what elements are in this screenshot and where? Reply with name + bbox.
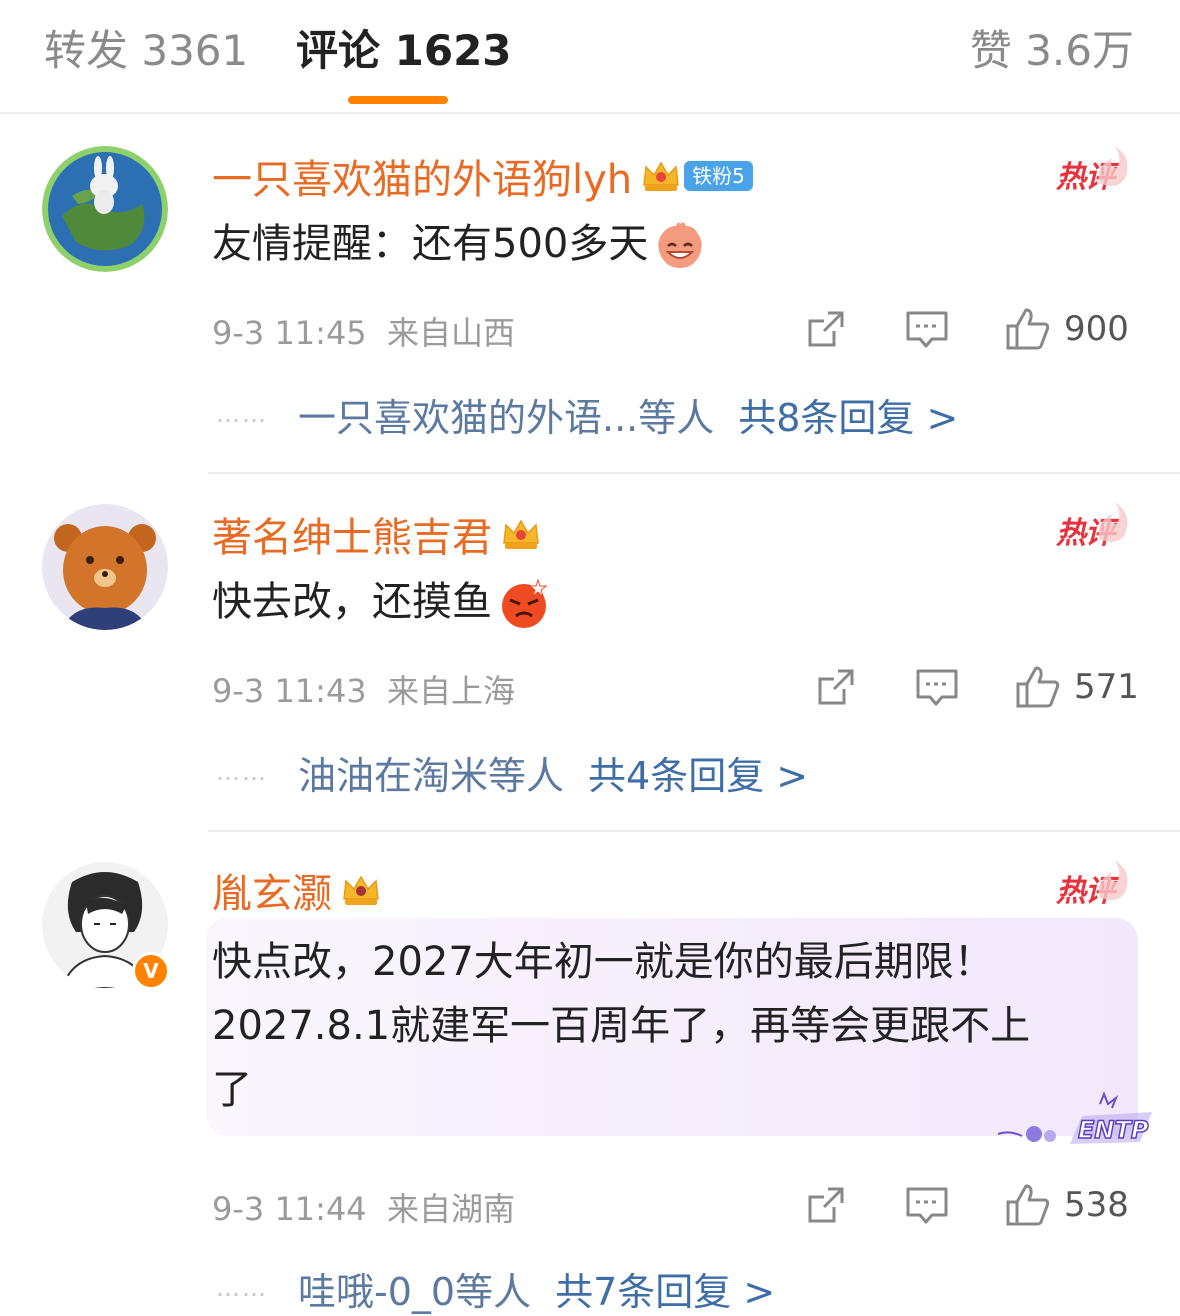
active-tab-indicator bbox=[348, 96, 448, 104]
replies-preview[interactable]: …… 一只喜欢猫的外语...等人 共8条回复 > bbox=[216, 388, 958, 440]
comment-text-line: 2027.8.1就建军一百周年了，再等会更跟不上 bbox=[212, 1003, 1031, 1049]
like-button[interactable]: 900 bbox=[1004, 304, 1129, 354]
like-count: 571 bbox=[1074, 667, 1139, 707]
comment-text-row: 友情提醒：还有500多天 bbox=[212, 212, 706, 276]
dots-indicator: …… bbox=[216, 1274, 268, 1302]
reply-button[interactable] bbox=[904, 304, 950, 354]
view-replies-link[interactable]: 共4条回复 > bbox=[588, 745, 808, 800]
comment-meta: 9-3 11:44 来自湖南 538 bbox=[212, 1180, 1136, 1230]
comment-icon bbox=[916, 669, 958, 706]
like-count: 538 bbox=[1064, 1185, 1129, 1225]
verified-badge: V bbox=[132, 952, 170, 990]
comment-meta: 9-3 11:43 来自上海 571 bbox=[212, 662, 1139, 712]
comment-timestamp: 9-3 11:45 来自山西 bbox=[212, 314, 516, 352]
flame-icon bbox=[1098, 502, 1128, 542]
angry-emoji-icon bbox=[502, 578, 548, 628]
comment-header: 著名绅士熊吉君 bbox=[212, 506, 542, 562]
replies-preview[interactable]: …… 油油在淘米等人 共4条回复 > bbox=[216, 746, 808, 798]
laughing-emoji-icon bbox=[658, 222, 702, 268]
tab-likes[interactable]: 赞 3.6万 bbox=[970, 26, 1134, 76]
share-icon bbox=[808, 1187, 844, 1223]
username[interactable]: 一只喜欢猫的外语狗lyh bbox=[212, 147, 632, 205]
view-replies-link[interactable]: 共8条回复 > bbox=[738, 387, 958, 442]
share-icon bbox=[808, 311, 844, 347]
like-count: 900 bbox=[1064, 309, 1129, 349]
comment-timestamp: 9-3 11:44 来自湖南 bbox=[212, 1190, 516, 1228]
crown-icon bbox=[503, 519, 539, 549]
crown-icon bbox=[643, 161, 679, 191]
username[interactable]: 胤玄灏 bbox=[212, 861, 332, 919]
entp-sticker-text: ENTP bbox=[1078, 1116, 1149, 1144]
repost-button[interactable] bbox=[804, 304, 848, 354]
dots-indicator: …… bbox=[216, 400, 268, 428]
comment-header: 胤玄灏 bbox=[212, 862, 382, 918]
reply-names[interactable]: 油油在淘米等人 bbox=[298, 745, 564, 800]
comment-tab-bar: 转发 3361 评论 1623 赞 3.6万 bbox=[0, 0, 1180, 114]
hot-comment-tag: 热评 bbox=[1050, 858, 1128, 910]
hot-comment-tag: 热评 bbox=[1050, 500, 1128, 552]
view-replies-link[interactable]: 共7条回复 > bbox=[555, 1261, 775, 1316]
like-button[interactable]: 571 bbox=[1014, 662, 1139, 712]
dots-indicator: …… bbox=[216, 758, 268, 786]
share-icon bbox=[818, 669, 854, 705]
comment-text: 快去改，还摸鱼 bbox=[212, 579, 492, 625]
username[interactable]: 著名绅士熊吉君 bbox=[212, 505, 492, 563]
repost-button[interactable] bbox=[804, 1180, 848, 1230]
tab-reposts[interactable]: 转发 3361 bbox=[44, 26, 248, 76]
comment-text-line: 快点改，2027大年初一就是你的最后期限！ bbox=[212, 939, 994, 985]
thumbs-up-icon bbox=[1016, 666, 1060, 708]
comment-location: 来自上海 bbox=[387, 672, 516, 710]
comment-text-line: 了 bbox=[212, 1067, 252, 1113]
tab-comments[interactable]: 评论 1623 bbox=[296, 26, 512, 76]
reply-names[interactable]: 哇哦-0_0等人 bbox=[298, 1261, 531, 1316]
hot-comment-tag: 热评 bbox=[1050, 144, 1128, 196]
reply-button[interactable] bbox=[904, 1180, 950, 1230]
comment-location: 来自山西 bbox=[387, 314, 516, 352]
thumbs-up-icon bbox=[1006, 1184, 1050, 1226]
like-button[interactable]: 538 bbox=[1004, 1180, 1129, 1230]
replies-preview[interactable]: …… 哇哦-0_0等人 共7条回复 > bbox=[216, 1262, 775, 1314]
comment-icon bbox=[906, 311, 948, 348]
flame-icon bbox=[1098, 860, 1128, 900]
comment-icon bbox=[906, 1187, 948, 1224]
comment-text-block: 快点改，2027大年初一就是你的最后期限！ 2027.8.1就建军一百周年了，再… bbox=[212, 930, 1030, 1122]
reply-names[interactable]: 一只喜欢猫的外语...等人 bbox=[298, 387, 714, 442]
reply-button[interactable] bbox=[914, 662, 960, 712]
crown-icon bbox=[343, 875, 379, 905]
fan-level-badge: 铁粉5 bbox=[684, 161, 753, 191]
entp-sticker-decoration: ENTP bbox=[997, 1091, 1152, 1145]
avatar[interactable] bbox=[42, 146, 168, 272]
comment-text: 友情提醒：还有500多天 bbox=[212, 221, 649, 267]
flame-icon bbox=[1098, 146, 1128, 186]
avatar[interactable] bbox=[42, 504, 168, 630]
comment-text-row: 快去改，还摸鱼 bbox=[212, 570, 550, 634]
comment-location: 来自湖南 bbox=[387, 1190, 516, 1228]
comment-timestamp: 9-3 11:43 来自上海 bbox=[212, 672, 516, 710]
repost-button[interactable] bbox=[814, 662, 858, 712]
divider bbox=[208, 472, 1180, 474]
comment-meta: 9-3 11:45 来自山西 900 bbox=[212, 304, 1136, 354]
thumbs-up-icon bbox=[1006, 308, 1050, 350]
divider bbox=[208, 830, 1180, 832]
comment-header: 一只喜欢猫的外语狗lyh 铁粉5 bbox=[212, 148, 753, 204]
